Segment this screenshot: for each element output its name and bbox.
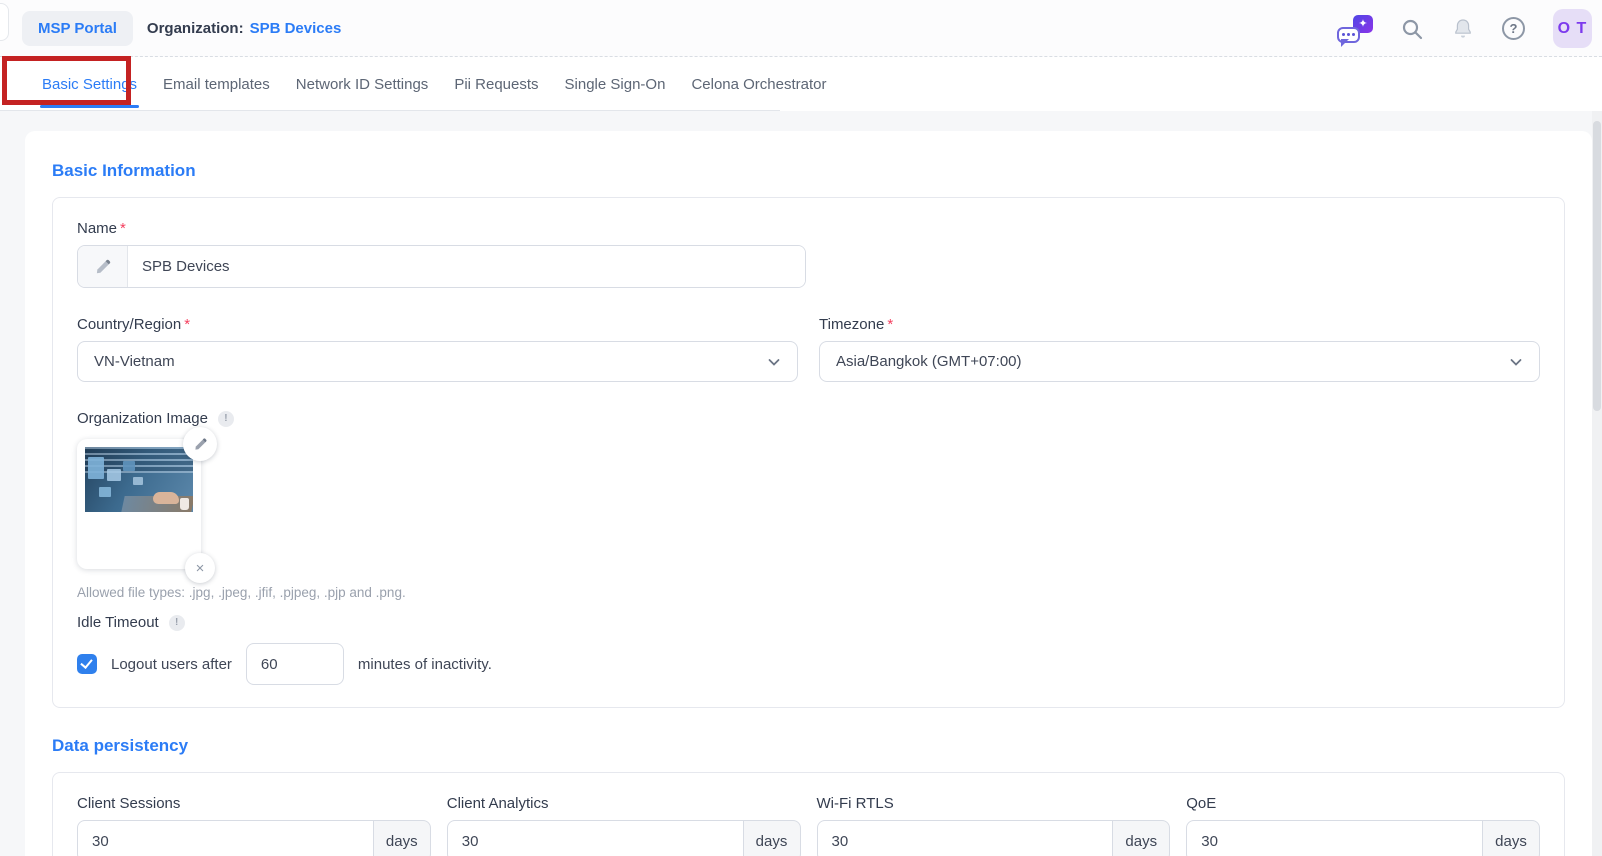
msp-portal-button[interactable]: MSP Portal [22, 10, 133, 46]
country-value: VN-Vietnam [94, 353, 175, 370]
country-label: Country/Region * [77, 316, 191, 333]
client-analytics-field: Client Analytics days [446, 795, 801, 856]
organization-label: Organization: [146, 19, 244, 37]
timezone-field: Timezone * Asia/Bangkok (GMT+07:00) [819, 316, 1540, 382]
logout-text-before: Logout users after [111, 655, 232, 673]
notifications-bell-icon[interactable] [1451, 17, 1475, 41]
organization-image-card: × [77, 427, 217, 583]
data-persistency-card: Client Sessions days Client Analytics da… [52, 772, 1565, 856]
pencil-icon [78, 246, 128, 287]
client-sessions-label: Client Sessions [77, 795, 181, 812]
client-analytics-input[interactable] [446, 820, 744, 856]
data-persistency-title: Data persistency [52, 736, 189, 755]
days-unit-suffix: days [743, 820, 801, 856]
required-marker: * [120, 220, 126, 237]
tab-single-sign-on[interactable]: Single Sign-On [565, 59, 666, 108]
tab-celona-orchestrator[interactable]: Celona Orchestrator [691, 59, 826, 108]
organization-image-thumbnail [85, 447, 193, 512]
edit-image-button[interactable] [183, 427, 217, 461]
country-select[interactable]: VN-Vietnam [77, 341, 798, 382]
organization-image-label: Organization Image [77, 410, 208, 427]
chevron-down-icon [768, 358, 780, 366]
tab-email-templates[interactable]: Email templates [163, 59, 270, 108]
basic-information-card: Name* Country/Region* VN-Vietn [52, 197, 1565, 708]
top-header: MSP Portal Organization: SPB Devices ✦ ? … [0, 0, 1602, 57]
idle-timeout-minutes-input[interactable] [245, 643, 344, 685]
logout-users-checkbox[interactable] [77, 654, 97, 674]
client-sessions-input[interactable] [77, 820, 374, 856]
wifi-rtls-label: Wi-Fi RTLS [816, 795, 894, 812]
sidebar-edge [0, 3, 9, 41]
idle-timeout-label: Idle Timeout [77, 614, 159, 631]
chat-bubble-icon [1337, 26, 1360, 47]
organization-link[interactable]: SPB Devices [250, 20, 342, 37]
pencil-icon [194, 437, 207, 450]
timezone-select[interactable]: Asia/Bangkok (GMT+07:00) [819, 341, 1540, 382]
days-unit-suffix: days [373, 820, 431, 856]
basic-information-title: Basic Information [52, 161, 196, 180]
tab-basic-settings[interactable]: Basic Settings [39, 59, 140, 108]
required-marker: * [184, 316, 191, 333]
timezone-label: Timezone * [819, 316, 894, 333]
name-input[interactable] [128, 246, 805, 287]
allowed-file-types-text: Allowed file types: .jpg, .jpeg, .jfif, … [77, 585, 406, 600]
ai-assistant-icon[interactable]: ✦ [1337, 13, 1373, 47]
coffee-mug [180, 498, 189, 510]
qoe-field: QoE days [1186, 795, 1540, 856]
logout-text-after: minutes of inactivity. [357, 655, 492, 673]
qoe-label: QoE [1186, 795, 1217, 812]
name-label: Name * [77, 220, 126, 237]
tab-pii-requests[interactable]: Pii Requests [454, 59, 538, 108]
help-icon[interactable]: ? [1502, 16, 1526, 41]
hands-typing [153, 492, 179, 504]
required-marker: * [887, 316, 894, 333]
settings-tabbar: Basic Settings Email templates Network I… [0, 56, 1602, 111]
tab-network-id-settings[interactable]: Network ID Settings [296, 59, 429, 108]
days-unit-suffix: days [1483, 820, 1540, 856]
info-icon[interactable]: ! [168, 614, 185, 631]
client-sessions-field: Client Sessions days [77, 795, 431, 856]
qoe-input[interactable] [1186, 820, 1483, 856]
search-icon[interactable] [1400, 17, 1424, 41]
vertical-scrollbar[interactable] [1592, 111, 1602, 856]
wifi-rtls-input[interactable] [816, 820, 1114, 856]
organization-breadcrumb: Organization: SPB Devices [147, 20, 341, 37]
remove-image-button[interactable]: × [185, 553, 215, 583]
settings-content: Basic Information Name* Country/Region* [0, 111, 1602, 856]
user-avatar[interactable]: O T [1553, 9, 1592, 48]
wifi-rtls-field: Wi-Fi RTLS days [816, 795, 1171, 856]
scrollbar-thumb[interactable] [1593, 121, 1601, 411]
country-field: Country/Region * VN-Vietnam [77, 316, 798, 382]
basic-settings-panel: Basic Information Name* Country/Region* [25, 131, 1592, 856]
name-field-group [77, 245, 806, 288]
info-icon[interactable]: ! [217, 410, 234, 427]
client-analytics-label: Client Analytics [446, 795, 549, 812]
days-unit-suffix: days [1113, 820, 1171, 856]
chevron-down-icon [1510, 358, 1522, 366]
timezone-value: Asia/Bangkok (GMT+07:00) [836, 353, 1022, 370]
